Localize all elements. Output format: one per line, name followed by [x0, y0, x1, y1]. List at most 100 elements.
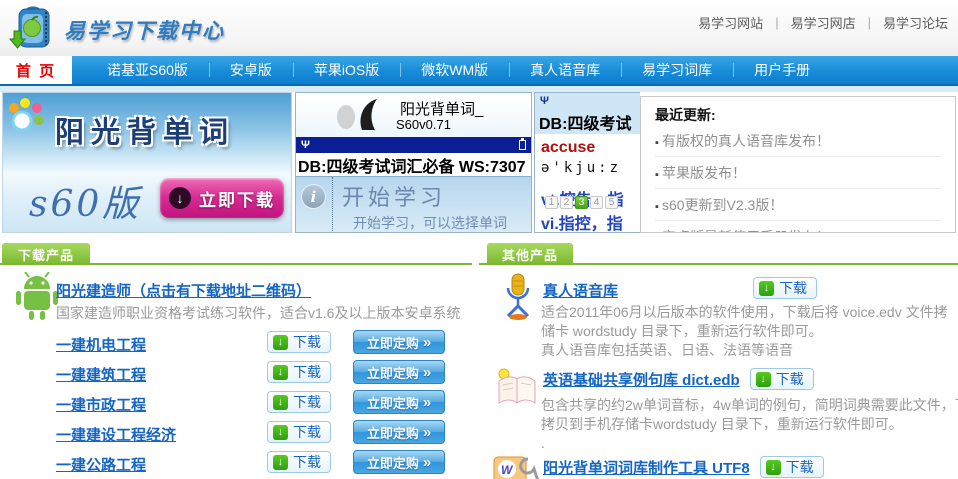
chevron-right-icon	[423, 334, 431, 351]
nav-tab-voice-library[interactable]: 真人语音库	[509, 56, 621, 84]
order-label: 立即定购	[367, 363, 419, 382]
desc-line: 包含共享的约2w单词音标，4w单词的例句，简明词典需要此文件，下	[541, 396, 958, 415]
update-item[interactable]: 苹果版发布！	[655, 157, 941, 189]
download-button[interactable]: 下载	[753, 277, 817, 299]
download-label: 下载	[293, 362, 321, 382]
db-info-line-2: DB:四级考试	[535, 110, 640, 134]
download-arrow-icon	[756, 372, 771, 387]
phone-status-bar	[296, 137, 531, 153]
site-title: 易学习下载中心	[64, 15, 225, 45]
download-button[interactable]: 下载	[267, 451, 331, 473]
tab-other-products[interactable]: 其他产品	[487, 243, 573, 265]
product-link[interactable]: 一建公路工程	[56, 454, 146, 475]
other-product-link[interactable]: 英语基础共享例句库 dict.edb	[543, 369, 740, 390]
antenna-icon	[540, 96, 549, 107]
menu-item-title: 开始学习	[342, 180, 446, 212]
download-button[interactable]: 下载	[267, 331, 331, 353]
order-button[interactable]: 立即定购	[353, 360, 445, 384]
other-product-row: 阳光背单词词库制作工具 UTF8 下载	[543, 456, 824, 478]
nav-tab-home[interactable]: 首 页	[0, 56, 72, 84]
download-label: 下载	[786, 457, 814, 477]
app-splash-header: 阳光背单词_ S60v0.71	[296, 93, 531, 137]
order-button[interactable]: 立即定购	[353, 420, 445, 444]
update-item[interactable]: 有版权的真人语音库发布！	[655, 125, 941, 157]
download-label: 下载	[779, 278, 807, 298]
battery-icon	[519, 140, 526, 150]
update-item[interactable]: s60更新到V2.3版！	[655, 189, 941, 221]
site-logo-backpack-icon	[8, 3, 58, 53]
top-link-store[interactable]: 易学习网店	[791, 13, 856, 32]
other-product-link[interactable]: 阳光背单词词库制作工具 UTF8	[543, 457, 750, 478]
nav-tab-word-library[interactable]: 易学习词库	[621, 56, 733, 84]
desc-line: .	[541, 434, 958, 453]
download-arrow-icon	[766, 460, 781, 475]
chevron-right-icon	[423, 424, 431, 441]
nav-tab-wm[interactable]: 微软WM版	[400, 56, 509, 84]
app-name: 阳光背单词_	[400, 98, 483, 119]
pager-dot-1[interactable]: 1	[545, 196, 558, 209]
db-info-line: DB:四级考试词汇必备 WS:7307	[296, 153, 531, 176]
green-rule-right	[479, 263, 958, 265]
order-label: 立即定购	[367, 393, 419, 412]
download-row: 一建建筑工程 下载 立即定购	[56, 360, 452, 386]
other-product-row: 英语基础共享例句库 dict.edb 下载	[543, 368, 814, 390]
pager-dot-4[interactable]: 4	[590, 196, 603, 209]
tool-icon: W	[492, 455, 540, 479]
download-button[interactable]: 下载	[267, 361, 331, 383]
dotted-divider	[332, 177, 333, 233]
download-button[interactable]: 下载	[267, 391, 331, 413]
phone-screenshot-2: DB:四级考试 accuse ə'kju:z vt.控告，指 vi.指控，指	[534, 92, 640, 233]
other-product-desc: 包含共享的约2w单词音标，4w单词的例句，简明词典需要此文件，下 拷贝到手机存储…	[541, 396, 958, 453]
order-label: 立即定购	[367, 423, 419, 442]
download-arrow-icon	[273, 425, 288, 440]
download-row: 一建公路工程 下载 立即定购	[56, 450, 452, 476]
download-label: 下载	[776, 369, 804, 389]
nav-tab-manual[interactable]: 用户手册	[733, 56, 831, 84]
download-arrow-icon	[273, 365, 288, 380]
promo-banner: 阳光背单词 s60版 立即下载	[2, 92, 292, 233]
chevron-right-icon	[423, 454, 431, 471]
download-arrow-icon	[273, 395, 288, 410]
download-arrow-icon	[273, 335, 288, 350]
top-link-website[interactable]: 易学习网站	[698, 13, 763, 32]
banner-download-button[interactable]: 立即下载	[160, 178, 284, 218]
product-link[interactable]: 一建机电工程	[56, 334, 146, 355]
nav-tab-android[interactable]: 安卓版	[209, 56, 293, 84]
order-button[interactable]: 立即定购	[353, 450, 445, 474]
order-button[interactable]: 立即定购	[353, 330, 445, 354]
app-menu-body: 开始学习 开始学习，可以选择单词	[296, 176, 531, 233]
product-link[interactable]: 一建建设工程经济	[56, 424, 176, 445]
pager-dot-2[interactable]: 2	[560, 196, 573, 209]
download-button[interactable]: 下载	[750, 368, 814, 390]
download-button[interactable]: 下载	[267, 421, 331, 443]
tab-download-products[interactable]: 下载产品	[2, 243, 90, 265]
download-row: 一建市政工程 下载 立即定购	[56, 390, 452, 416]
main-nav: 首 页 诺基亚S60版 安卓版 苹果iOS版 微软WM版 真人语音库 易学习词库…	[0, 56, 958, 84]
pager-dot-3-active[interactable]: 3	[575, 196, 588, 209]
nav-tab-nokia-s60[interactable]: 诺基亚S60版	[86, 56, 209, 84]
dictionary-word: accuse	[535, 134, 640, 157]
banner-title: 阳光背单词	[55, 109, 235, 151]
phone-screenshot-1: 阳光背单词_ S60v0.71 DB:四级考试词汇必备 WS:7307 开始学习…	[295, 92, 532, 233]
download-label: 下载	[293, 392, 321, 412]
book-icon	[493, 366, 541, 408]
top-link-forum[interactable]: 易学习论坛	[883, 13, 948, 32]
desc-line: 适合2011年06月以后版本的软件使用，下载后将 voice.edv 文件拷	[541, 303, 958, 322]
download-button[interactable]: 下载	[760, 456, 824, 478]
update-item[interactable]: 安卓版最新使用手册发布！	[655, 221, 941, 233]
header: 易学习下载中心 易学习网站 | 易学习网店 | 易学习论坛	[0, 0, 958, 56]
product-link[interactable]: 一建建筑工程	[56, 364, 146, 385]
banner-download-label: 立即下载	[199, 186, 275, 211]
nav-tab-ios[interactable]: 苹果iOS版	[293, 56, 400, 84]
antenna-icon	[301, 140, 310, 151]
order-button[interactable]: 立即定购	[353, 390, 445, 414]
menu-item-hint: 开始学习，可以选择单词	[353, 213, 507, 233]
info-icon	[301, 184, 326, 209]
chevron-right-icon	[423, 364, 431, 381]
feature-product-link[interactable]: 阳光建造师（点击有下载地址二维码）	[56, 280, 311, 301]
download-label: 下载	[293, 332, 321, 352]
product-link[interactable]: 一建市政工程	[56, 394, 146, 415]
pager-dot-5[interactable]: 5	[605, 196, 618, 209]
carousel-pager: 1 2 3 4 5	[545, 196, 618, 209]
other-product-link[interactable]: 真人语音库	[543, 280, 618, 301]
